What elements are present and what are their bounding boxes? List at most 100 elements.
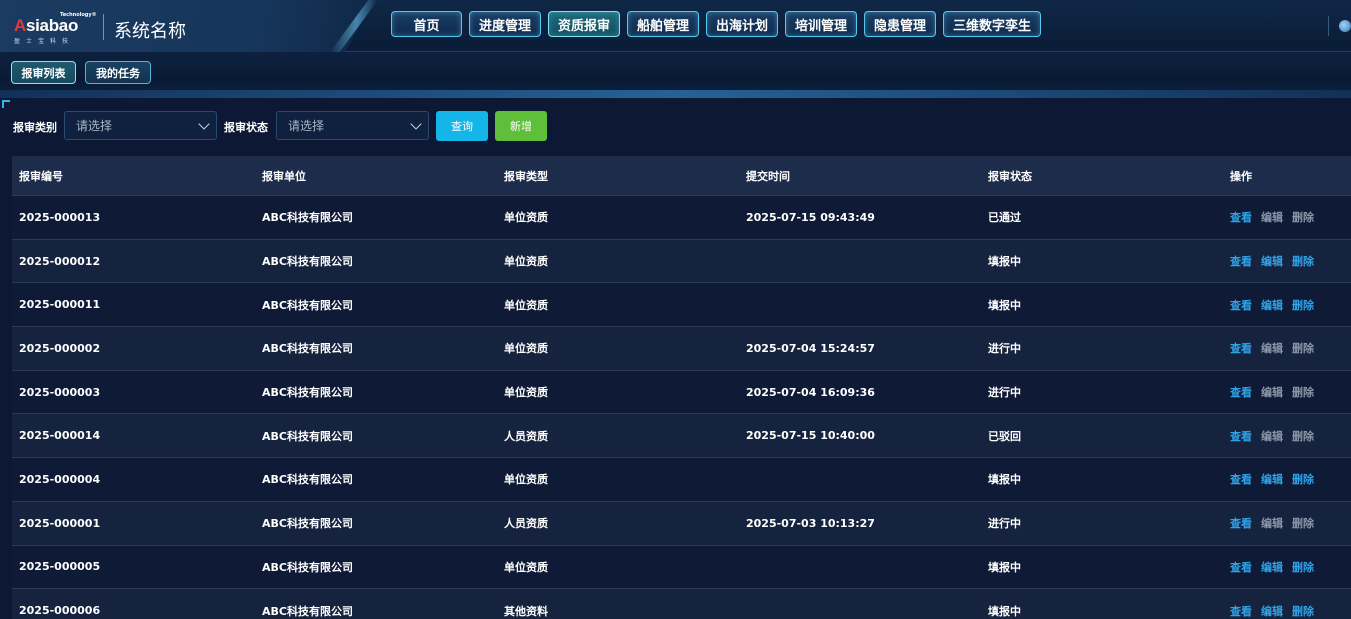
delete-link[interactable]: 删除 <box>1292 428 1314 444</box>
cell-unit: ABC科技有限公司 <box>262 255 353 269</box>
view-link[interactable]: 查看 <box>1230 559 1252 575</box>
nav-item-vessel[interactable]: 船舶管理 <box>627 11 699 37</box>
brand-divider <box>103 14 104 40</box>
cell-type: 其他资料 <box>504 604 548 618</box>
header-divider <box>1328 16 1329 36</box>
cell-type: 单位资质 <box>504 298 548 312</box>
cell-time: 2025-07-04 15:24:57 <box>746 341 875 355</box>
edit-link[interactable]: 编辑 <box>1261 559 1283 575</box>
header-time: 提交时间 <box>746 169 790 183</box>
cell-unit: ABC科技有限公司 <box>262 386 353 400</box>
cell-unit: ABC科技有限公司 <box>262 429 353 443</box>
cell-id: 2025-000006 <box>19 604 101 618</box>
row-actions: 查看 编辑 删除 <box>1223 471 1351 487</box>
delete-link[interactable]: 删除 <box>1292 253 1314 269</box>
view-link[interactable]: 查看 <box>1230 515 1252 531</box>
edit-link[interactable]: 编辑 <box>1261 471 1283 487</box>
edit-link[interactable]: 编辑 <box>1261 384 1283 400</box>
cell-id: 2025-000005 <box>19 560 101 574</box>
nav-item-qualification[interactable]: 资质报审 <box>548 11 620 37</box>
cell-unit: ABC科技有限公司 <box>262 517 353 531</box>
table-row: 2025-000005 ABC科技有限公司 单位资质 填报中 查看 编辑 删除 <box>12 545 1351 590</box>
edit-link[interactable]: 编辑 <box>1261 209 1283 225</box>
row-actions: 查看 编辑 删除 <box>1223 209 1351 225</box>
view-link[interactable]: 查看 <box>1230 603 1252 619</box>
edit-link[interactable]: 编辑 <box>1261 428 1283 444</box>
cell-status: 填报中 <box>988 298 1021 312</box>
nav-item-progress[interactable]: 进度管理 <box>469 11 541 37</box>
table-row: 2025-000003 ABC科技有限公司 单位资质 2025-07-04 16:09… <box>12 370 1351 415</box>
header-unit: 报审单位 <box>262 169 306 183</box>
row-actions: 查看 编辑 删除 <box>1223 603 1351 619</box>
corner-decoration <box>2 100 10 108</box>
cell-time: 2025-07-15 09:43:49 <box>746 210 875 224</box>
cell-type: 单位资质 <box>504 342 548 356</box>
logo-subtitle: 盈士宝科技 <box>14 38 75 45</box>
cell-id: 2025-000013 <box>19 210 101 224</box>
user-avatar-icon[interactable] <box>1339 20 1351 32</box>
cell-unit: ABC科技有限公司 <box>262 604 353 618</box>
cell-type: 人员资质 <box>504 517 548 531</box>
delete-link[interactable]: 删除 <box>1292 515 1314 531</box>
delete-link[interactable]: 删除 <box>1292 559 1314 575</box>
delete-link[interactable]: 删除 <box>1292 384 1314 400</box>
table-row: 2025-000001 ABC科技有限公司 人员资质 2025-07-03 10:13… <box>12 501 1351 546</box>
tab-my-tasks[interactable]: 我的任务 <box>85 61 151 84</box>
cell-status: 进行中 <box>988 517 1021 531</box>
status-select-placeholder: 请选择 <box>288 119 325 133</box>
header-type: 报审类型 <box>504 169 548 183</box>
delete-link[interactable]: 删除 <box>1292 471 1314 487</box>
chevron-down-icon <box>198 118 210 130</box>
edit-link[interactable]: 编辑 <box>1261 253 1283 269</box>
view-link[interactable]: 查看 <box>1230 253 1252 269</box>
cell-unit: ABC科技有限公司 <box>262 560 353 574</box>
review-table: 报审编号 报审单位 报审类型 提交时间 报审状态 操作 2025-000013 A… <box>12 156 1351 619</box>
cell-id: 2025-000003 <box>19 385 101 399</box>
query-button[interactable]: 查询 <box>436 111 488 141</box>
table-header: 报审编号 报审单位 报审类型 提交时间 报审状态 操作 <box>12 156 1351 196</box>
nav-item-sea-plan[interactable]: 出海计划 <box>706 11 778 37</box>
cell-unit: ABC科技有限公司 <box>262 342 353 356</box>
main-nav: 首页 进度管理 资质报审 船舶管理 出海计划 培训管理 隐患管理 三维数字孪生 <box>391 11 1041 37</box>
add-button[interactable]: 新增 <box>495 111 547 141</box>
view-link[interactable]: 查看 <box>1230 209 1252 225</box>
cell-id: 2025-000011 <box>19 298 101 312</box>
view-link[interactable]: 查看 <box>1230 428 1252 444</box>
cell-unit: ABC科技有限公司 <box>262 298 353 312</box>
view-link[interactable]: 查看 <box>1230 384 1252 400</box>
edit-link[interactable]: 编辑 <box>1261 515 1283 531</box>
nav-item-home[interactable]: 首页 <box>391 11 462 37</box>
nav-item-hazard[interactable]: 隐患管理 <box>864 11 936 37</box>
cell-status: 填报中 <box>988 255 1021 269</box>
delete-link[interactable]: 删除 <box>1292 209 1314 225</box>
delete-link[interactable]: 删除 <box>1292 603 1314 619</box>
row-actions: 查看 编辑 删除 <box>1223 428 1351 444</box>
header-id: 报审编号 <box>19 169 63 183</box>
cell-type: 单位资质 <box>504 560 548 574</box>
view-link[interactable]: 查看 <box>1230 297 1252 313</box>
header-status: 报审状态 <box>988 169 1032 183</box>
cell-type: 人员资质 <box>504 429 548 443</box>
cell-status: 已驳回 <box>988 429 1021 443</box>
chevron-down-icon <box>410 118 422 130</box>
nav-item-digital-twin[interactable]: 三维数字孪生 <box>943 11 1041 37</box>
cell-time: 2025-07-03 10:13:27 <box>746 516 875 530</box>
view-link[interactable]: 查看 <box>1230 471 1252 487</box>
category-select[interactable]: 请选择 <box>64 111 217 140</box>
category-filter-label: 报审类别 <box>13 121 57 134</box>
cell-time: 2025-07-04 16:09:36 <box>746 385 875 399</box>
edit-link[interactable]: 编辑 <box>1261 603 1283 619</box>
table-row: 2025-000006 ABC科技有限公司 其他资料 填报中 查看 编辑 删除 <box>12 589 1351 619</box>
row-actions: 查看 编辑 删除 <box>1223 559 1351 575</box>
tab-review-list[interactable]: 报审列表 <box>11 61 76 84</box>
cell-type: 单位资质 <box>504 473 548 487</box>
status-select[interactable]: 请选择 <box>276 111 429 140</box>
edit-link[interactable]: 编辑 <box>1261 340 1283 356</box>
delete-link[interactable]: 删除 <box>1292 340 1314 356</box>
nav-item-training[interactable]: 培训管理 <box>785 11 857 37</box>
edit-link[interactable]: 编辑 <box>1261 297 1283 313</box>
delete-link[interactable]: 删除 <box>1292 297 1314 313</box>
view-link[interactable]: 查看 <box>1230 340 1252 356</box>
logo-wordmark: Asiabao <box>14 16 79 35</box>
cell-id: 2025-000004 <box>19 472 101 486</box>
